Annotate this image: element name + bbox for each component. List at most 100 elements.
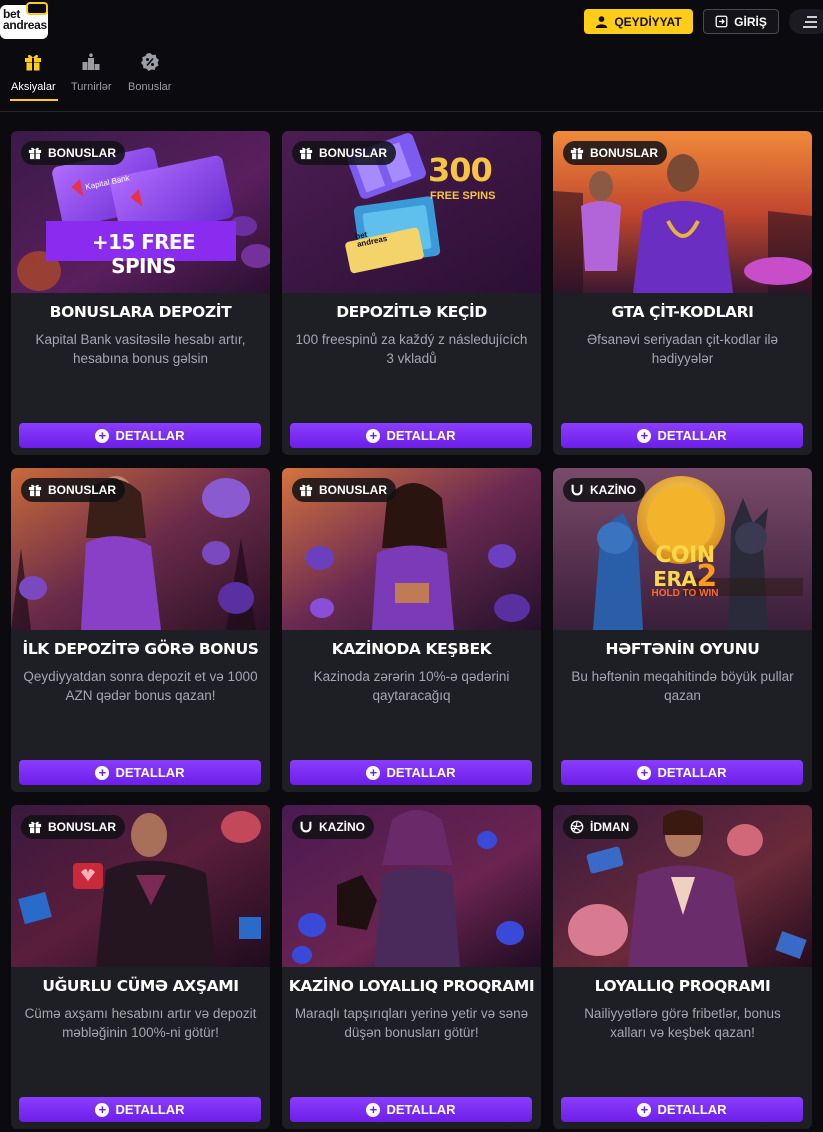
promo-title: GTA ÇİT-KODLARI xyxy=(611,303,754,321)
gift-icon xyxy=(299,147,313,160)
register-label: QEYDİYYAT xyxy=(614,14,682,29)
gift-icon xyxy=(28,484,42,497)
promo-card[interactable]: BONUSLAR GTA ÇİT-KODLARI Əfsanəvi seriya… xyxy=(553,131,812,455)
gift-icon xyxy=(28,147,42,160)
promo-card[interactable]: 300 FREE SPINS bet andreas BONUSLAR DEPOZ… xyxy=(282,131,541,455)
horseshoe-icon xyxy=(571,484,583,496)
details-label: DETALLAR xyxy=(657,428,727,443)
promo-card[interactable]: İDMAN LOYALLIQ PROQRAMI Nailiyyətlərə gö… xyxy=(553,805,812,1129)
promo-description: Əfsanəvi seriyadan çit-kodlar ilə hədiyy… xyxy=(587,332,778,366)
details-label: DETALLAR xyxy=(115,1102,185,1117)
promotions-grid: +15 FREE SPINS Kapital Bank BONUSLAR BON… xyxy=(11,131,815,1129)
category-badge: KAZİNO xyxy=(563,478,645,502)
details-button[interactable]: + DETALLAR xyxy=(290,760,532,785)
plus-icon: + xyxy=(366,765,381,780)
details-label: DETALLAR xyxy=(657,1102,727,1117)
game-logo: COIN ERA2 HOLD TO WIN xyxy=(635,545,735,599)
promo-description: Cümə axşamı hesabını artır və depozit mə… xyxy=(24,1006,257,1040)
promo-card[interactable]: COIN ERA2 HOLD TO WIN KAZİNO HƏFTƏNİN OY… xyxy=(553,468,812,792)
category-badge: BONUSLAR xyxy=(563,141,667,165)
badge-label: BONUSLAR xyxy=(319,146,387,160)
badge-label: BONUSLAR xyxy=(48,483,116,497)
details-button[interactable]: + DETALLAR xyxy=(19,1097,261,1122)
promo-card[interactable]: BONUSLAR İLK DEPOZİTƏ GÖRƏ BONUS Qeydiyy… xyxy=(11,468,270,792)
promo-description: Bu həftənin meqahitində böyük pullar qaz… xyxy=(571,669,794,703)
details-button[interactable]: + DETALLAR xyxy=(19,423,261,448)
user-icon xyxy=(596,16,608,28)
gift-icon xyxy=(25,54,42,71)
details-label: DETALLAR xyxy=(386,428,456,443)
category-badge: BONUSLAR xyxy=(292,141,396,165)
promo-card[interactable]: BONUSLAR UĞURLU CÜMƏ AXŞAMI Cümə axşamı … xyxy=(11,805,270,1129)
badge-label: İDMAN xyxy=(590,820,630,834)
category-badge: BONUSLAR xyxy=(21,478,125,502)
badge-label: KAZİNO xyxy=(319,820,365,834)
promo-title: UĞURLU CÜMƏ AXŞAMI xyxy=(42,977,239,995)
promo-card[interactable]: KAZİNO KAZİNO LOYALLIQ PROQRAMI Maraqlı … xyxy=(282,805,541,1129)
tab-turnirler[interactable]: Turnirlər xyxy=(71,52,112,93)
percent-badge-icon xyxy=(140,53,159,71)
logo-text-line-2: andreas xyxy=(3,18,47,32)
plus-icon: + xyxy=(637,1102,652,1117)
category-badge: KAZİNO xyxy=(292,815,374,839)
promo-card[interactable]: BONUSLAR KAZİNODA KEŞBEK Kazinoda zərəri… xyxy=(282,468,541,792)
plus-icon: + xyxy=(637,428,652,443)
tab-aksiyalar[interactable]: Aksiyalar xyxy=(11,52,56,93)
details-button[interactable]: + DETALLAR xyxy=(561,423,803,448)
details-button[interactable]: + DETALLAR xyxy=(561,1097,803,1122)
active-tab-indicator xyxy=(10,99,58,101)
login-button[interactable]: GİRİŞ xyxy=(703,9,779,34)
logo-text: bet andreas xyxy=(3,8,47,32)
gift-icon xyxy=(299,484,313,497)
details-label: DETALLAR xyxy=(386,1102,456,1117)
plus-icon: + xyxy=(95,765,110,780)
badge-label: BONUSLAR xyxy=(319,483,387,497)
promo-banner-text: +15 FREE SPINS xyxy=(91,230,196,278)
promo-title: KAZİNODA KEŞBEK xyxy=(331,640,492,658)
free-spins-number: 300 xyxy=(428,151,493,189)
details-button[interactable]: + DETALLAR xyxy=(290,423,532,448)
menu-button[interactable] xyxy=(789,9,823,34)
category-badge: BONUSLAR xyxy=(21,141,125,165)
promo-title: BONUSLARA DEPOZİT xyxy=(49,303,232,321)
plus-icon: + xyxy=(95,1102,110,1117)
tab-label: Bonuslar xyxy=(128,81,172,93)
gift-icon xyxy=(28,821,42,834)
podium-icon xyxy=(82,53,100,70)
badge-label: BONUSLAR xyxy=(48,820,116,834)
menu-icon xyxy=(803,15,817,28)
details-button[interactable]: + DETALLAR xyxy=(561,760,803,785)
tab-label: Aksiyalar xyxy=(11,81,56,93)
details-label: DETALLAR xyxy=(115,765,185,780)
promo-description: Maraqlı tapşırıqları yerinə yetir və sən… xyxy=(294,1006,529,1040)
details-button[interactable]: + DETALLAR xyxy=(290,1097,532,1122)
category-badge: BONUSLAR xyxy=(292,478,396,502)
badge-label: KAZİNO xyxy=(590,483,636,497)
plus-icon: + xyxy=(366,428,381,443)
details-button[interactable]: + DETALLAR xyxy=(19,760,261,785)
promo-description: Nailiyyətlərə görə fribetlər, bonus xall… xyxy=(584,1006,781,1040)
promo-card[interactable]: +15 FREE SPINS Kapital Bank BONUSLAR BON… xyxy=(11,131,270,455)
tabs-divider xyxy=(0,111,823,112)
promo-title: HƏFTƏNİN OYUNU xyxy=(605,640,760,658)
tab-bonuslar[interactable]: Bonuslar xyxy=(128,52,171,93)
login-label: GİRİŞ xyxy=(734,14,767,29)
promo-title: LOYALLIQ PROQRAMI xyxy=(594,977,771,995)
badge-label: BONUSLAR xyxy=(590,146,658,160)
plus-icon: + xyxy=(95,428,110,443)
register-button[interactable]: QEYDİYYAT xyxy=(584,9,693,34)
plus-icon: + xyxy=(366,1102,381,1117)
promo-title: DEPOZİTLƏ KEÇİD xyxy=(336,303,487,321)
badge-label: BONUSLAR xyxy=(48,146,116,160)
plus-icon: + xyxy=(637,765,652,780)
login-icon xyxy=(715,15,728,28)
promo-title: KAZİNO LOYALLIQ PROQRAMI xyxy=(288,977,535,995)
details-label: DETALLAR xyxy=(386,765,456,780)
brand-logo[interactable]: bet andreas xyxy=(0,2,52,42)
free-spins-text: FREE SPINS xyxy=(430,190,496,202)
details-label: DETALLAR xyxy=(115,428,185,443)
promo-title: İLK DEPOZİTƏ GÖRƏ BONUS xyxy=(22,640,259,658)
promo-description: Kapital Bank vasitəsilə hesabı artır, he… xyxy=(35,332,246,366)
details-label: DETALLAR xyxy=(657,765,727,780)
game-logo-tagline: HOLD TO WIN xyxy=(651,588,719,599)
